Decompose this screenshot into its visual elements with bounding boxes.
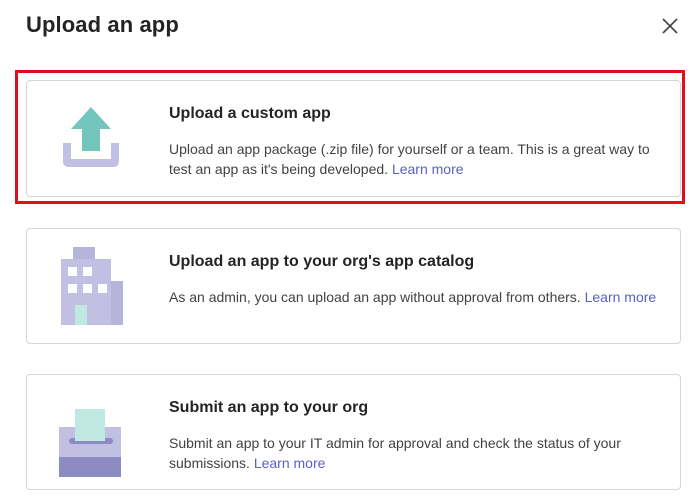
- option-description-text: As an admin, you can upload an app witho…: [169, 289, 581, 305]
- learn-more-link[interactable]: Learn more: [254, 455, 326, 471]
- option-description: Submit an app to your IT admin for appro…: [169, 433, 658, 473]
- option-description-text: Submit an app to your IT admin for appro…: [169, 435, 621, 471]
- submit-box-icon: [55, 393, 127, 491]
- close-icon: [656, 12, 684, 40]
- upload-icon: [55, 99, 127, 183]
- option-description: Upload an app package (.zip file) for yo…: [169, 139, 658, 179]
- option-title: Submit an app to your org: [169, 399, 369, 416]
- option-title: Upload an app to your org's app catalog: [169, 253, 475, 270]
- upload-org-catalog-option[interactable]: Upload an app to your org's app catalog …: [26, 228, 681, 344]
- learn-more-link[interactable]: Learn more: [392, 161, 464, 177]
- upload-custom-app-option[interactable]: Upload a custom app Upload an app packag…: [26, 80, 681, 197]
- submit-to-org-option[interactable]: Submit an app to your org Submit an app …: [26, 374, 681, 491]
- learn-more-link[interactable]: Learn more: [585, 289, 657, 305]
- building-icon: [55, 247, 127, 331]
- close-button[interactable]: [656, 12, 684, 40]
- option-description: As an admin, you can upload an app witho…: [169, 287, 658, 307]
- option-title: Upload a custom app: [169, 105, 331, 122]
- dialog-title: Upload an app: [26, 12, 179, 37]
